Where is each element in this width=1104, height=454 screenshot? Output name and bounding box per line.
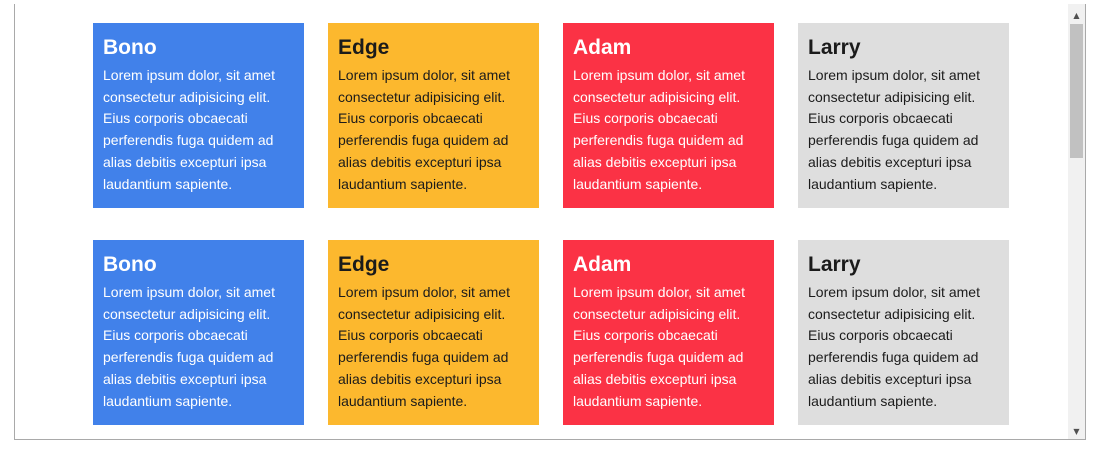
card-adam: Adam Lorem ipsum dolor, sit amet consect… — [563, 23, 774, 208]
card-larry: Larry Lorem ipsum dolor, sit amet consec… — [798, 240, 1009, 425]
card-title: Bono — [103, 253, 157, 276]
card-description: Lorem ipsum dolor, sit amet consectetur … — [808, 67, 980, 192]
scrollbar-thumb[interactable] — [1070, 24, 1083, 158]
card-description: Lorem ipsum dolor, sit amet consectetur … — [103, 284, 275, 409]
card-description: Lorem ipsum dolor, sit amet consectetur … — [573, 284, 745, 409]
card-description: Lorem ipsum dolor, sit amet consectetur … — [338, 67, 510, 192]
card-title: Larry — [808, 253, 861, 276]
card-title: Adam — [573, 36, 632, 59]
card-description: Lorem ipsum dolor, sit amet consectetur … — [338, 284, 510, 409]
card-title: Larry — [808, 36, 861, 59]
card-edge: Edge Lorem ipsum dolor, sit amet consect… — [328, 23, 539, 208]
card-description: Lorem ipsum dolor, sit amet consectetur … — [808, 284, 980, 409]
card-description: Lorem ipsum dolor, sit amet consectetur … — [573, 67, 745, 192]
card-bono: Bono Lorem ipsum dolor, sit amet consect… — [93, 240, 304, 425]
card-bono: Bono Lorem ipsum dolor, sit amet consect… — [93, 23, 304, 208]
card-grid: Bono Lorem ipsum dolor, sit amet consect… — [93, 23, 1009, 425]
card-larry: Larry Lorem ipsum dolor, sit amet consec… — [798, 23, 1009, 208]
card-title: Bono — [103, 36, 157, 59]
page-content: Bono Lorem ipsum dolor, sit amet consect… — [15, 4, 1070, 439]
card-title: Adam — [573, 253, 632, 276]
card-title: Edge — [338, 36, 390, 59]
card-edge: Edge Lorem ipsum dolor, sit amet consect… — [328, 240, 539, 425]
browser-viewport-frame: Bono Lorem ipsum dolor, sit amet consect… — [14, 4, 1086, 440]
card-description: Lorem ipsum dolor, sit amet consectetur … — [103, 67, 275, 192]
card-title: Edge — [338, 253, 390, 276]
chevron-up-icon[interactable]: ▲ — [1068, 7, 1085, 24]
chevron-down-icon[interactable]: ▼ — [1068, 423, 1085, 439]
card-adam: Adam Lorem ipsum dolor, sit amet consect… — [563, 240, 774, 425]
vertical-scrollbar[interactable]: ▲ ▼ — [1068, 4, 1085, 439]
